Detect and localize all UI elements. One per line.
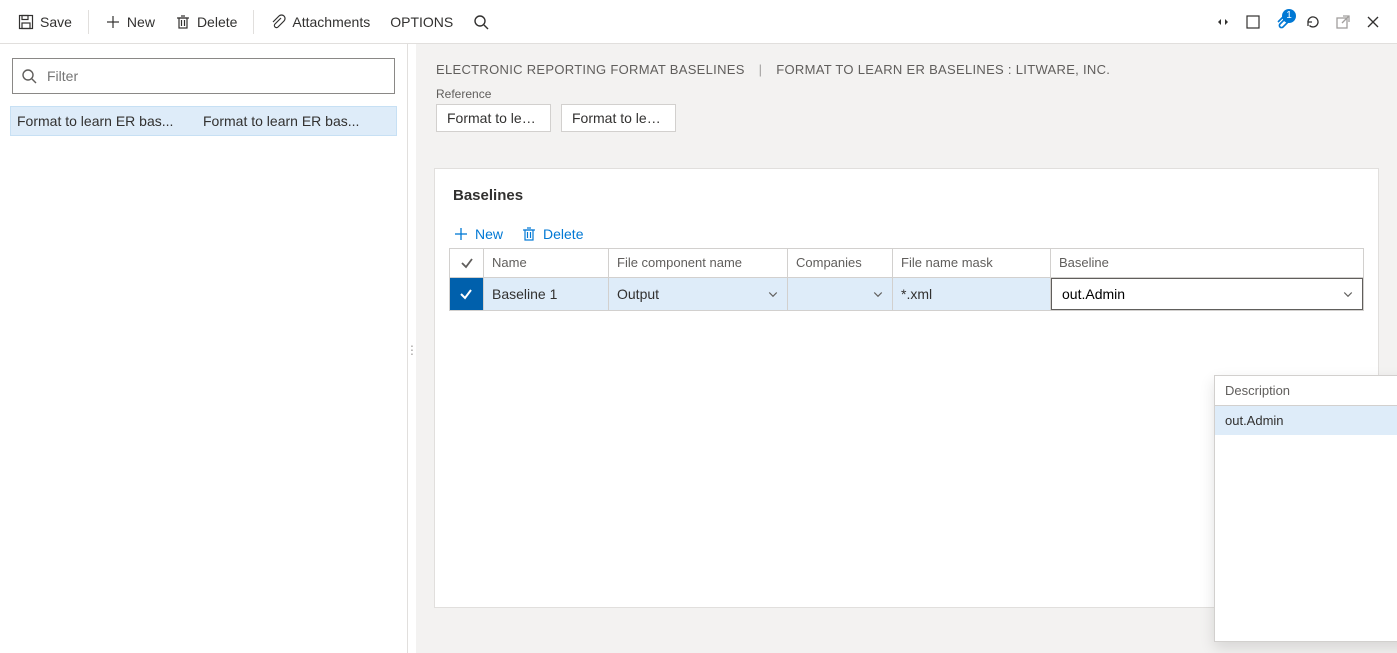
popup-row-description: out.Admin bbox=[1215, 406, 1397, 435]
trash-icon bbox=[521, 226, 537, 242]
baselines-grid: Name File component name Companies File … bbox=[449, 248, 1364, 311]
grid-delete-button[interactable]: Delete bbox=[521, 226, 583, 242]
cell-name-value: Baseline 1 bbox=[492, 286, 557, 302]
delete-label: Delete bbox=[197, 14, 237, 30]
reference-label: Reference bbox=[436, 87, 1377, 101]
refresh-icon[interactable] bbox=[1305, 14, 1321, 30]
breadcrumb-current: FORMAT TO LEARN ER BASELINES : LITWARE, … bbox=[776, 62, 1110, 77]
paperclip-icon bbox=[270, 14, 286, 30]
breadcrumb-sep: | bbox=[759, 62, 763, 77]
trash-icon bbox=[175, 14, 191, 30]
connected-apps-icon[interactable] bbox=[1215, 14, 1231, 30]
row-select-checkbox[interactable] bbox=[450, 278, 484, 310]
search-icon bbox=[473, 14, 489, 30]
chevron-down-icon bbox=[872, 288, 884, 300]
attachments-label: Attachments bbox=[292, 14, 370, 30]
reference-field-1[interactable]: Format to lear... bbox=[436, 104, 551, 132]
popup-row[interactable]: out.Admin out.Admin.xml bbox=[1215, 406, 1397, 435]
list-col-1: Format to learn ER bas... bbox=[17, 113, 187, 129]
drag-dots-icon: ··· bbox=[410, 343, 415, 355]
col-header-companies[interactable]: Companies bbox=[788, 249, 893, 277]
popup-body bbox=[1215, 435, 1397, 641]
left-panel: Format to learn ER bas... Format to lear… bbox=[0, 44, 408, 653]
plus-icon bbox=[453, 226, 469, 242]
grid-delete-label: Delete bbox=[543, 226, 583, 242]
chevron-down-icon bbox=[767, 288, 779, 300]
popup-col-description[interactable]: Description bbox=[1215, 376, 1397, 405]
col-header-name[interactable]: Name bbox=[484, 249, 609, 277]
plus-icon bbox=[105, 14, 121, 30]
options-label: OPTIONS bbox=[390, 14, 453, 30]
cell-mask[interactable]: *.xml bbox=[893, 278, 1051, 310]
splitter-handle[interactable]: ··· bbox=[408, 44, 416, 653]
delete-button[interactable]: Delete bbox=[165, 8, 247, 36]
reference-field-2[interactable]: Format to lear... bbox=[561, 104, 676, 132]
list-col-2: Format to learn ER bas... bbox=[203, 113, 390, 129]
grid-new-label: New bbox=[475, 226, 503, 242]
save-icon bbox=[18, 14, 34, 30]
save-label: Save bbox=[40, 14, 72, 30]
cell-file-component-value: Output bbox=[617, 286, 659, 302]
grid-header: Name File component name Companies File … bbox=[450, 249, 1363, 278]
right-panel: ELECTRONIC REPORTING FORMAT BASELINES | … bbox=[416, 44, 1397, 653]
options-button[interactable]: OPTIONS bbox=[380, 8, 463, 36]
breadcrumb-root[interactable]: ELECTRONIC REPORTING FORMAT BASELINES bbox=[436, 62, 745, 77]
badge-count: 1 bbox=[1282, 9, 1296, 23]
close-icon[interactable] bbox=[1365, 14, 1381, 30]
card-title: Baselines bbox=[453, 187, 1364, 204]
attachments-button[interactable]: Attachments bbox=[260, 8, 380, 36]
cell-baseline[interactable] bbox=[1051, 278, 1363, 310]
office-icon[interactable] bbox=[1245, 14, 1261, 30]
baseline-input[interactable] bbox=[1060, 285, 1342, 303]
new-label: New bbox=[127, 14, 155, 30]
cell-companies[interactable] bbox=[788, 278, 893, 310]
baseline-lookup-popup: Description File name out.Admin out.Admi… bbox=[1214, 375, 1397, 642]
separator bbox=[253, 10, 254, 34]
col-header-file-component[interactable]: File component name bbox=[609, 249, 788, 277]
popup-header: Description File name bbox=[1215, 376, 1397, 406]
cell-mask-value: *.xml bbox=[901, 286, 932, 302]
breadcrumb: ELECTRONIC REPORTING FORMAT BASELINES | … bbox=[416, 44, 1397, 83]
popout-icon[interactable] bbox=[1335, 14, 1351, 30]
filter-input-wrap[interactable] bbox=[12, 58, 395, 94]
separator bbox=[88, 10, 89, 34]
search-icon bbox=[21, 68, 37, 84]
col-header-mask[interactable]: File name mask bbox=[893, 249, 1051, 277]
select-all-checkbox[interactable] bbox=[450, 249, 484, 277]
reference-group: Reference Format to lear... Format to le… bbox=[416, 83, 1397, 142]
search-button[interactable] bbox=[463, 8, 499, 36]
attachments-indicator-icon[interactable]: 1 bbox=[1275, 14, 1291, 30]
grid-new-button[interactable]: New bbox=[453, 226, 503, 242]
save-button[interactable]: Save bbox=[8, 8, 82, 36]
chevron-down-icon bbox=[1342, 288, 1354, 300]
filter-input[interactable] bbox=[45, 67, 386, 85]
cell-name[interactable]: Baseline 1 bbox=[484, 278, 609, 310]
list-item[interactable]: Format to learn ER bas... Format to lear… bbox=[10, 106, 397, 136]
table-row: Baseline 1 Output bbox=[450, 278, 1363, 310]
cell-file-component[interactable]: Output bbox=[609, 278, 788, 310]
col-header-baseline[interactable]: Baseline bbox=[1051, 249, 1363, 277]
new-button[interactable]: New bbox=[95, 8, 165, 36]
command-bar: Save New Delete Attachments OPTIONS bbox=[0, 0, 1397, 44]
